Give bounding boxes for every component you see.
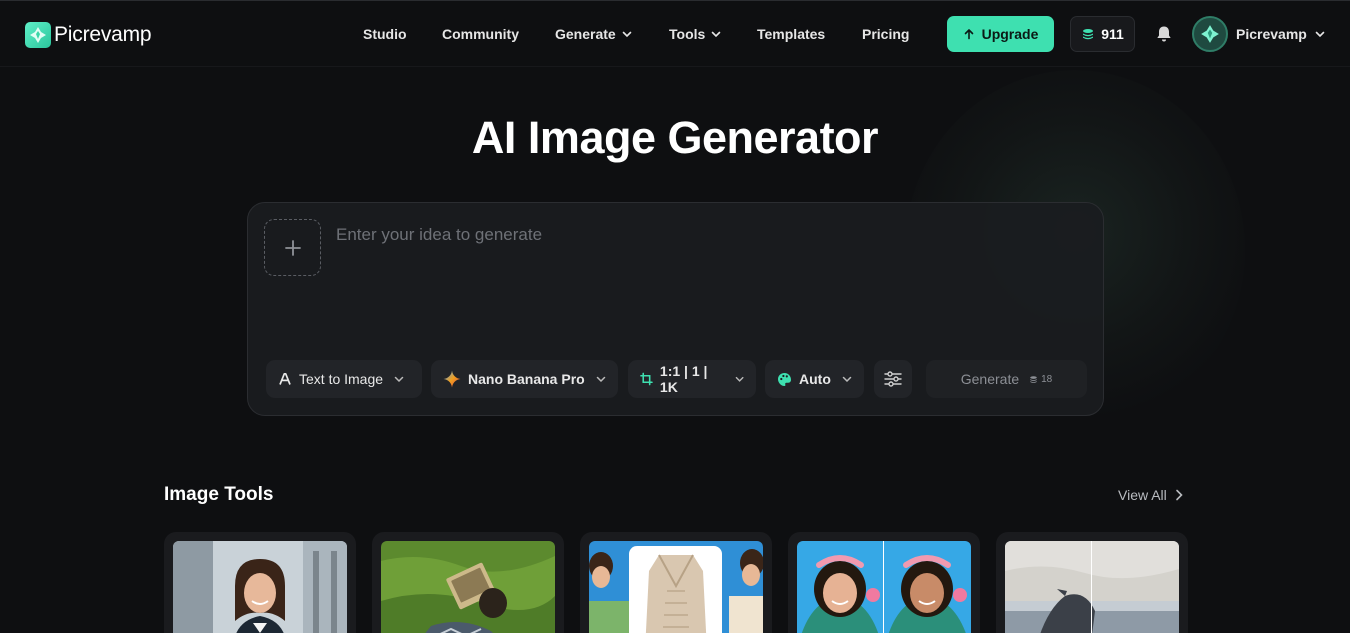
credits-count: 911 xyxy=(1101,26,1124,42)
nav-tools[interactable]: Tools xyxy=(669,25,721,43)
before-after-whale-thumbnail xyxy=(1005,541,1179,633)
logo-icon xyxy=(25,22,51,48)
arrow-up-icon xyxy=(964,29,973,40)
model-selector[interactable]: Nano Banana Pro xyxy=(431,360,618,398)
portrait-thumbnail xyxy=(173,541,347,633)
prompt-input[interactable] xyxy=(336,225,1076,345)
nav-tools-label: Tools xyxy=(669,26,706,42)
nav-generate[interactable]: Generate xyxy=(555,25,632,43)
chevron-down-icon xyxy=(842,376,852,383)
add-image-button[interactable] xyxy=(264,219,321,276)
nav-pricing[interactable]: Pricing xyxy=(862,25,909,43)
generate-label: Generate xyxy=(960,371,1020,387)
logo-icon xyxy=(1201,25,1219,43)
size-label: 1:1 | 1 | 1K xyxy=(659,363,708,395)
section-title: Image Tools xyxy=(164,484,274,505)
page-title: AI Image Generator xyxy=(471,112,879,163)
user-name: Picrevamp xyxy=(1236,26,1307,42)
advanced-settings-button[interactable] xyxy=(874,360,912,398)
generate-cost: 18 xyxy=(1029,374,1052,385)
tool-card[interactable] xyxy=(372,532,564,633)
notification-bell-icon[interactable] xyxy=(1154,24,1174,44)
brand-name: Picrevamp xyxy=(54,23,152,46)
upgrade-button[interactable]: Upgrade xyxy=(947,16,1054,52)
nav-pricing-label: Pricing xyxy=(862,26,910,42)
nav-generate-label: Generate xyxy=(555,26,616,42)
coins-icon xyxy=(1083,29,1094,40)
chevron-down-icon xyxy=(394,376,404,383)
chevron-down-icon xyxy=(622,31,632,38)
comparison-divider xyxy=(1091,541,1092,633)
nav-studio[interactable]: Studio xyxy=(363,25,407,43)
tool-card[interactable] xyxy=(164,532,356,633)
comparison-divider xyxy=(883,541,884,633)
chevron-down-icon xyxy=(1315,31,1325,38)
chevron-down-icon xyxy=(711,31,721,38)
upgrade-label: Upgrade xyxy=(981,26,1039,42)
tool-card[interactable] xyxy=(580,532,772,633)
grass-book-thumbnail xyxy=(381,541,555,633)
coins-icon xyxy=(1030,375,1037,383)
nav-community[interactable]: Community xyxy=(442,25,519,43)
user-menu[interactable]: Picrevamp xyxy=(1192,16,1325,52)
generate-button[interactable]: Generate 18 xyxy=(926,360,1087,398)
size-selector[interactable]: 1:1 | 1 | 1K xyxy=(628,360,756,398)
mode-label: Text to Image xyxy=(299,371,384,387)
chevron-down-icon xyxy=(596,376,605,383)
nav-templates[interactable]: Templates xyxy=(757,25,825,43)
style-label: Auto xyxy=(799,371,831,387)
chevron-down-icon xyxy=(735,376,744,382)
brand-logo[interactable]: Picrevamp xyxy=(25,22,152,48)
model-label: Nano Banana Pro xyxy=(468,371,585,387)
crop-icon xyxy=(640,372,653,386)
credits-balance[interactable]: 911 xyxy=(1070,16,1135,52)
style-selector[interactable]: Auto xyxy=(765,360,864,398)
gemini-sparkle-icon xyxy=(443,370,461,388)
before-after-portrait-thumbnail xyxy=(797,541,971,633)
text-icon xyxy=(279,372,291,385)
view-all-link[interactable]: View All xyxy=(1118,487,1183,503)
top-navbar: Picrevamp Studio Community Generate Tool… xyxy=(0,0,1350,67)
nav-templates-label: Templates xyxy=(757,26,826,42)
prompt-panel: Text to Image Nano Banana Pro 1:1 | 1 | … xyxy=(247,202,1104,416)
sliders-icon xyxy=(884,371,902,387)
tool-card[interactable] xyxy=(788,532,980,633)
avatar xyxy=(1192,16,1228,52)
chevron-right-icon xyxy=(1175,489,1183,501)
palette-icon xyxy=(778,372,791,386)
nav-studio-label: Studio xyxy=(363,26,407,42)
tool-card[interactable] xyxy=(996,532,1188,633)
mode-selector[interactable]: Text to Image xyxy=(266,360,422,398)
nav-community-label: Community xyxy=(442,26,519,42)
cardigan-thumbnail xyxy=(589,541,763,633)
generate-cost-value: 18 xyxy=(1041,373,1053,385)
view-all-label: View All xyxy=(1118,487,1167,503)
plus-icon xyxy=(284,239,301,256)
